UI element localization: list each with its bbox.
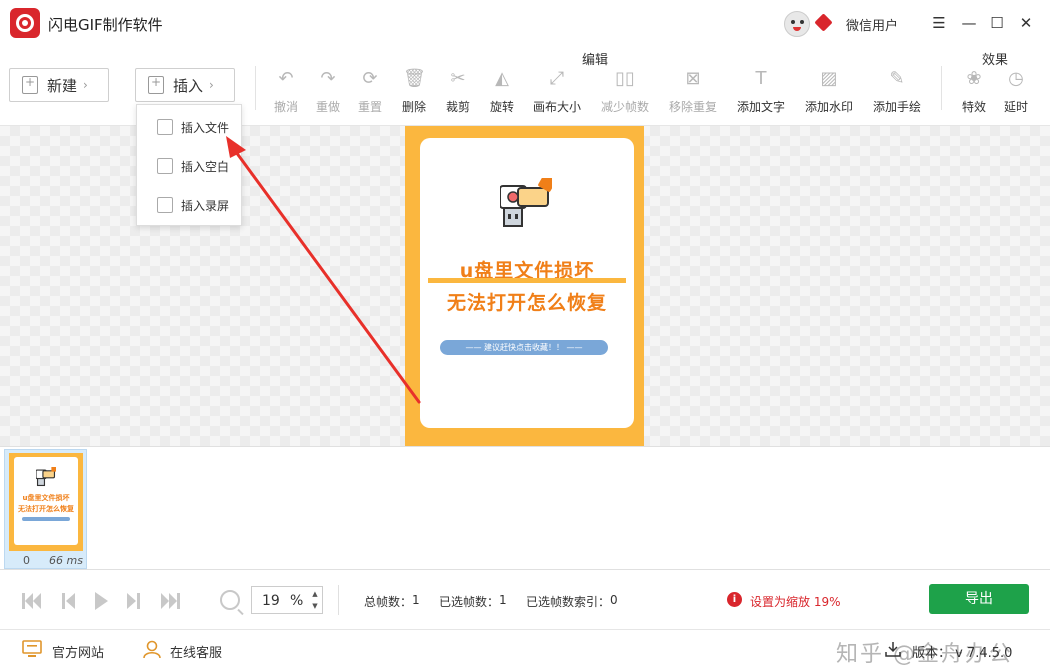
zoom-stepper[interactable]: 19 % ▲ ▼ — [251, 586, 323, 614]
chevron-right-icon: › — [209, 78, 214, 92]
frame-timeline[interactable]: u盘里文件损坏 无法打开怎么恢复 0 66 ms — [0, 446, 1050, 570]
zoom-down-arrow-icon[interactable]: ▼ — [308, 600, 322, 612]
pen-icon: ✎ — [889, 68, 905, 89]
usb-drive-icon — [36, 467, 56, 487]
first-frame-icon[interactable] — [20, 590, 42, 612]
app-logo-icon — [10, 8, 40, 38]
total-frames-value: 1 — [412, 593, 420, 607]
reduce-frames-button[interactable]: ▯▯ 减少帧数 — [596, 68, 654, 118]
reduce-frames-icon: ▯▯ — [615, 68, 635, 89]
playback-controls: 19 % ▲ ▼ 总帧数： 1 已选帧数： 1 已选帧数索引： 0 i 设置为缩… — [0, 571, 1050, 629]
frame-preview[interactable]: u盘里文件损坏 无法打开怎么恢复 —— 建议赶快点击收藏！！ —— — [405, 126, 644, 446]
canvas-size-icon: ⤢ — [549, 68, 565, 89]
selected-frames-label: 已选帧数： — [439, 595, 500, 609]
add-watermark-button[interactable]: ▨ 添加水印 — [800, 68, 858, 118]
online-support-link[interactable]: 在线客服 — [170, 642, 222, 661]
remove-duplicate-icon: ⊠ — [685, 68, 701, 89]
monitor-icon — [22, 640, 42, 657]
blank-frame-icon — [157, 158, 173, 174]
insert-icon — [148, 75, 164, 94]
controls-divider — [338, 585, 339, 615]
add-drawing-button[interactable]: ✎ 添加手绘 — [868, 68, 926, 118]
zoom-icon — [220, 590, 240, 610]
customer-service-icon — [143, 640, 161, 658]
title-bar: 闪电GIF制作软件 微信用户 ☰ — ☐ ✕ — [0, 0, 1050, 46]
frame-thumbnail: u盘里文件损坏 无法打开怎么恢复 — [9, 453, 83, 551]
user-name[interactable]: 微信用户 — [846, 15, 898, 34]
insert-dropdown-menu: 插入文件 插入空白 插入录屏 — [136, 104, 242, 226]
frame-title-line2: 无法打开怎么恢复 — [446, 292, 607, 314]
minimize-button[interactable]: — — [958, 12, 980, 34]
timeline-frame[interactable]: u盘里文件损坏 无法打开怎么恢复 0 66 ms — [4, 449, 87, 569]
text-icon: T — [755, 68, 767, 89]
previous-frame-icon[interactable] — [58, 590, 80, 612]
edit-section-label: 编辑 — [582, 53, 609, 68]
menu-item-insert-blank[interactable]: 插入空白 — [137, 148, 241, 184]
zoom-up-arrow-icon[interactable]: ▲ — [308, 588, 322, 600]
frame-card: u盘里文件损坏 无法打开怎么恢复 —— 建议赶快点击收藏！！ —— — [420, 138, 634, 428]
add-text-button[interactable]: T 添加文字 — [732, 68, 790, 118]
download-icon[interactable] — [885, 641, 901, 657]
user-avatar[interactable] — [784, 11, 810, 37]
effects-icon: ❀ — [966, 68, 982, 89]
toolbar-divider — [255, 66, 256, 110]
chevron-right-icon: › — [83, 78, 88, 92]
menu-item-insert-recording[interactable]: 插入录屏 — [137, 187, 241, 223]
footer-bar: 官方网站 在线客服 知乎 @金舟办公 版本： v 7.4.5.0 — [0, 629, 1050, 670]
new-file-icon — [22, 75, 38, 94]
official-site-link[interactable]: 官方网站 — [52, 642, 104, 661]
remove-duplicate-button[interactable]: ⊠ 移除重复 — [664, 68, 722, 118]
vip-gem-icon[interactable] — [814, 13, 833, 32]
next-frame-icon[interactable] — [122, 590, 144, 612]
canvas-size-button[interactable]: ⤢ 画布大小 — [528, 68, 586, 118]
reset-icon: ⟳ — [362, 68, 378, 89]
close-button[interactable]: ✕ — [1015, 12, 1037, 34]
play-icon[interactable] — [90, 590, 112, 612]
selected-frames-value: 1 — [499, 593, 507, 607]
watermark-icon: ▨ — [820, 68, 838, 89]
rotate-button[interactable]: ◭ 旋转 — [473, 68, 531, 118]
new-button-label: 新建 — [47, 76, 78, 95]
selected-index-label: 已选帧数索引： — [526, 595, 611, 609]
screen-record-icon — [157, 197, 173, 213]
maximize-button[interactable]: ☐ — [986, 12, 1008, 34]
menu-icon[interactable]: ☰ — [928, 12, 950, 34]
zoom-value[interactable]: 19 — [262, 593, 280, 609]
frame-duration[interactable]: 66 ms — [49, 554, 83, 567]
last-frame-icon[interactable] — [160, 590, 182, 612]
effect-section-label: 效果 — [982, 53, 1009, 68]
zoom-warning-text: 设置为缩放 19% — [750, 595, 841, 609]
undo-icon: ↶ — [278, 68, 294, 89]
file-icon — [157, 119, 173, 135]
delay-button[interactable]: ◷ 延时 — [987, 68, 1045, 118]
frame-index: 0 — [23, 554, 30, 567]
trash-icon: 🗑 — [403, 68, 426, 89]
scissors-icon: ✂ — [450, 68, 466, 89]
toolbar-divider — [941, 66, 942, 110]
selected-index-value: 0 — [610, 593, 618, 607]
zoom-unit: % — [290, 593, 304, 609]
redo-icon: ↷ — [320, 68, 336, 89]
insert-button[interactable]: 插入 › — [135, 68, 235, 102]
total-frames-label: 总帧数： — [364, 595, 413, 609]
new-button[interactable]: 新建 › — [9, 68, 109, 102]
frame-underline — [428, 278, 626, 283]
usb-drive-icon — [500, 178, 552, 227]
frame-pill-banner: —— 建议赶快点击收藏！！ —— — [440, 340, 608, 355]
version-label: 版本： v 7.4.5.0 — [912, 646, 1013, 661]
export-button[interactable]: 导出 — [929, 584, 1029, 614]
app-title: 闪电GIF制作软件 — [48, 16, 163, 34]
delay-icon: ◷ — [1008, 68, 1024, 89]
rotate-icon: ◭ — [495, 68, 509, 89]
insert-button-label: 插入 — [173, 76, 204, 95]
warning-icon: i — [727, 592, 742, 607]
menu-item-insert-file[interactable]: 插入文件 — [137, 109, 241, 145]
